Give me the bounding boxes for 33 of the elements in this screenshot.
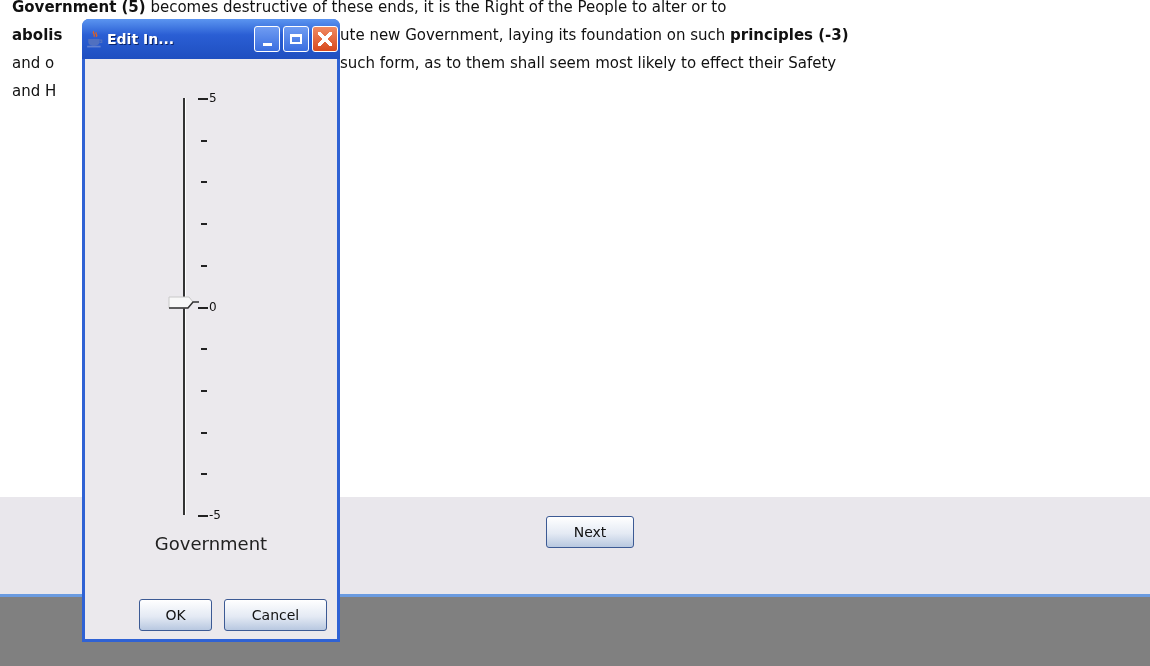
maximize-icon — [290, 34, 302, 44]
tick-mark — [201, 473, 207, 476]
ok-button[interactable]: OK — [139, 599, 212, 631]
tick-mark — [201, 431, 207, 434]
slider-label: Government — [154, 533, 268, 554]
tick-mark — [201, 389, 207, 392]
maximize-button[interactable] — [283, 26, 309, 52]
window-title: Edit In... — [107, 31, 175, 47]
text-fragment: abolis — [12, 25, 64, 46]
tick-mark — [201, 139, 207, 142]
tick-mark — [201, 223, 207, 226]
tick-label: 5 — [209, 91, 217, 105]
tick-mark — [198, 515, 208, 517]
tick-mark — [198, 306, 208, 309]
text-fragment: and H — [12, 81, 58, 102]
tick-label: -5 — [209, 508, 221, 522]
text-fragment: and o — [12, 53, 56, 74]
tick-mark — [201, 181, 207, 184]
text-fragment: Government (5) becomes destructive of these ends, it is the Right of the People to alter or to — [12, 0, 727, 18]
text-fragment: ute new Government, laying its foundation on such principles (-3) — [340, 25, 849, 46]
coffee-cup-icon — [86, 30, 104, 48]
close-button[interactable] — [312, 26, 338, 52]
close-icon — [318, 32, 332, 46]
slider-track[interactable] — [183, 98, 186, 515]
minimize-button[interactable] — [254, 26, 280, 52]
tick-mark — [201, 264, 207, 267]
next-button[interactable]: Next — [546, 516, 634, 548]
minimize-icon — [262, 42, 272, 46]
tick-mark — [201, 348, 207, 351]
cancel-button[interactable]: Cancel — [224, 599, 327, 631]
tick-mark — [198, 98, 208, 100]
tick-label: 0 — [209, 299, 217, 314]
text-fragment: such form, as to them shall seem most likely to effect their Safety — [340, 53, 837, 74]
